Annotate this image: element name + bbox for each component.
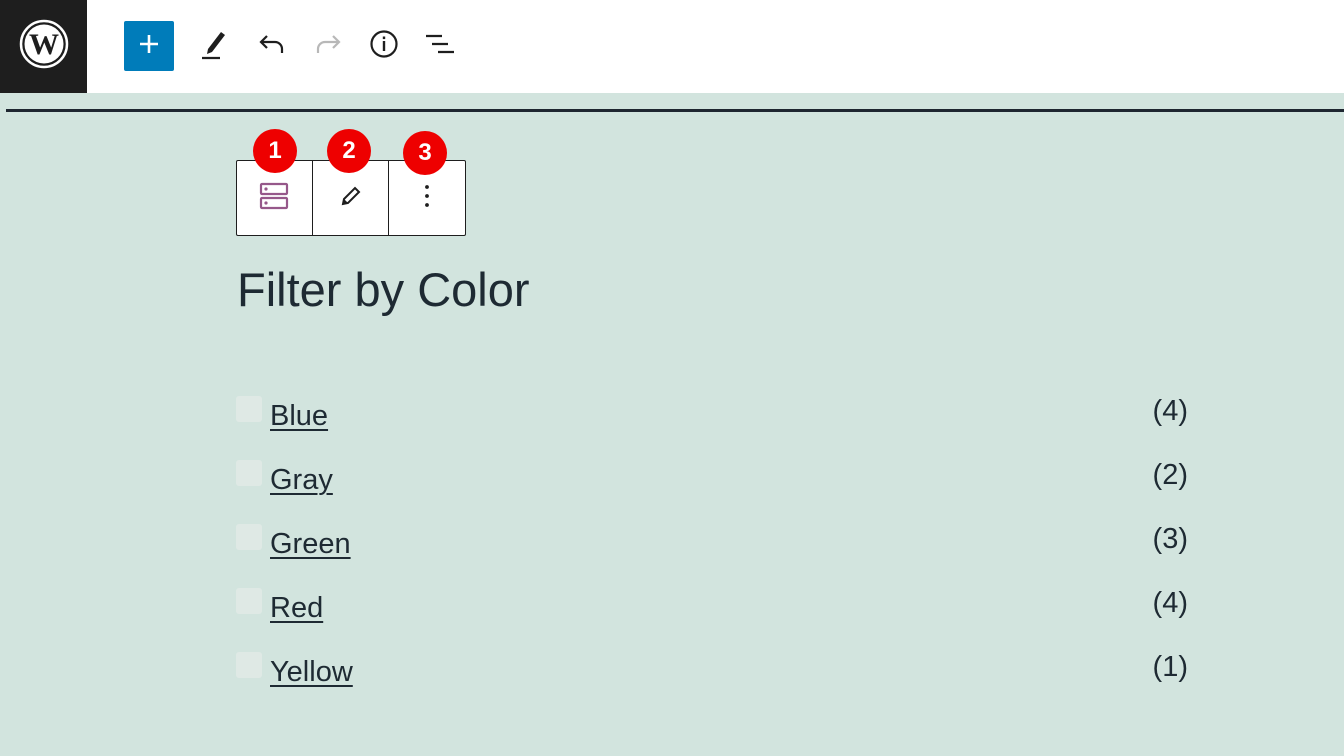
editor-top-toolbar: W bbox=[0, 0, 1344, 93]
filter-checkbox[interactable] bbox=[236, 524, 262, 550]
more-options-icon bbox=[423, 183, 431, 214]
callout-badge-2: 2 bbox=[327, 129, 371, 173]
filter-checkbox[interactable] bbox=[236, 652, 262, 678]
tools-edit-button[interactable] bbox=[192, 26, 236, 66]
redo-icon bbox=[313, 32, 343, 61]
filter-link-gray[interactable]: Gray bbox=[270, 463, 333, 497]
wordpress-logo-icon: W bbox=[19, 19, 69, 74]
list-item: Green (3) bbox=[236, 522, 1196, 586]
pencil-icon bbox=[339, 184, 363, 213]
filter-link-red[interactable]: Red bbox=[270, 591, 323, 625]
filter-count: (4) bbox=[1152, 395, 1188, 427]
details-button[interactable] bbox=[362, 26, 406, 66]
undo-button[interactable] bbox=[250, 26, 294, 66]
info-icon bbox=[369, 29, 399, 64]
filter-link-green[interactable]: Green bbox=[270, 527, 351, 561]
filter-link-yellow[interactable]: Yellow bbox=[270, 655, 353, 689]
callout-badge-1: 1 bbox=[253, 129, 297, 173]
filter-checkbox[interactable] bbox=[236, 588, 262, 614]
list-item: Red (4) bbox=[236, 586, 1196, 650]
plus-icon bbox=[137, 32, 161, 61]
add-block-button[interactable] bbox=[124, 21, 174, 71]
wordpress-logo-button[interactable]: W bbox=[0, 0, 87, 93]
block-selection-line bbox=[6, 109, 1344, 112]
filter-heading[interactable]: Filter by Color bbox=[237, 258, 530, 322]
undo-icon bbox=[257, 32, 287, 61]
list-item: Gray (2) bbox=[236, 458, 1196, 522]
list-item: Blue (4) bbox=[236, 394, 1196, 458]
filter-count: (1) bbox=[1152, 651, 1188, 683]
filter-link-blue[interactable]: Blue bbox=[270, 399, 328, 433]
list-view-icon bbox=[424, 31, 456, 62]
block-type-icon bbox=[259, 181, 289, 216]
callout-badge-3: 3 bbox=[403, 131, 447, 175]
filter-checkbox[interactable] bbox=[236, 460, 262, 486]
list-item: Yellow (1) bbox=[236, 650, 1196, 714]
filter-checkbox[interactable] bbox=[236, 396, 262, 422]
pencil-icon bbox=[199, 27, 229, 66]
svg-text:W: W bbox=[29, 28, 59, 61]
color-filter-list: Blue (4) Gray (2) Green (3) Red (4) Yell… bbox=[236, 394, 1196, 714]
list-view-button[interactable] bbox=[418, 26, 462, 66]
filter-count: (2) bbox=[1152, 459, 1188, 491]
filter-count: (3) bbox=[1152, 523, 1188, 555]
filter-count: (4) bbox=[1152, 587, 1188, 619]
redo-button[interactable] bbox=[306, 26, 350, 66]
